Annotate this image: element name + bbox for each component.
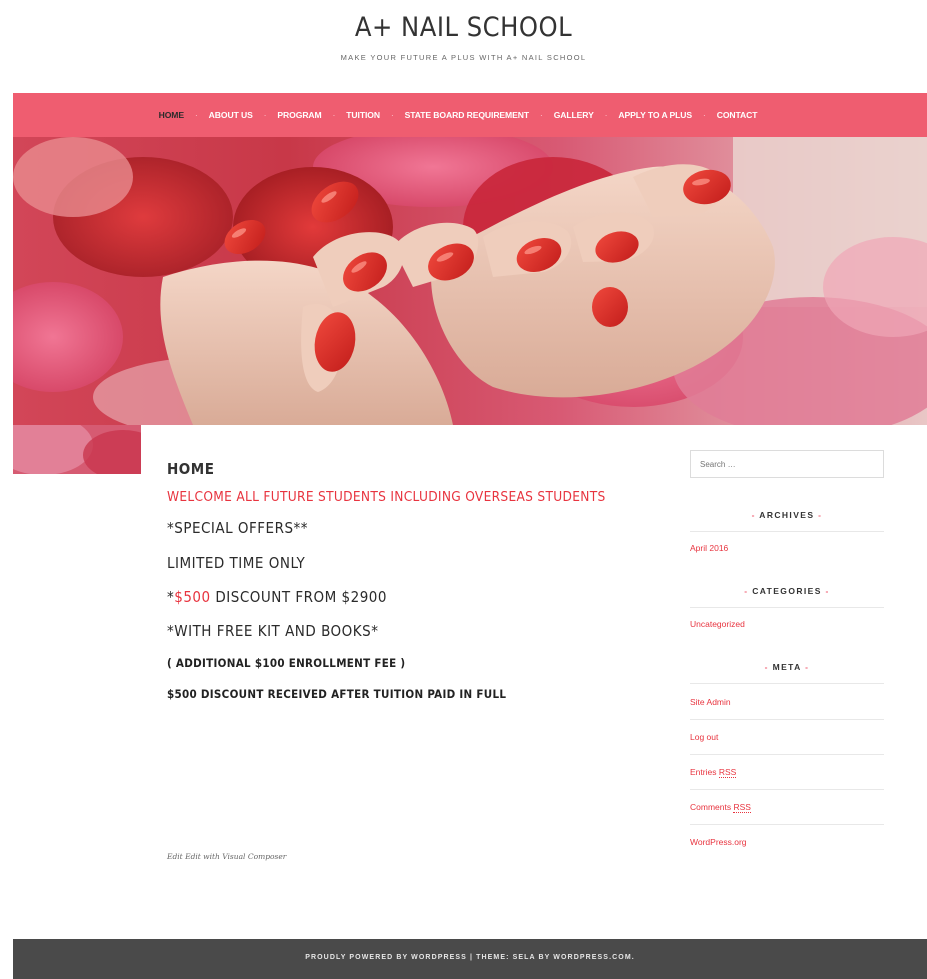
nav-item-contact[interactable]: CONTACT <box>717 110 758 120</box>
discount-suffix: DISCOUNT FROM $2900 <box>210 588 387 606</box>
free-kit-text: *WITH FREE KIT AND BOOKS* <box>167 622 379 640</box>
sidebar: - ARCHIVES - April 2016 - CATEGORIES - U… <box>690 450 884 847</box>
nav-item-about-us[interactable]: ABOUT US <box>209 110 253 120</box>
site-header: A+ NAIL SCHOOL MAKE YOUR FUTURE A PLUS W… <box>0 0 927 93</box>
manicured-hands-image <box>13 137 927 425</box>
nav-item-gallery[interactable]: GALLERY <box>554 110 594 120</box>
discount-text: *$500 DISCOUNT FROM $2900 <box>167 588 647 606</box>
nav-item-program[interactable]: PROGRAM <box>277 110 321 120</box>
enrollment-fee-text: ( ADDITIONAL $100 ENROLLMENT FEE ) <box>167 656 406 670</box>
widget-divider <box>690 719 884 720</box>
widget-divider <box>690 531 884 532</box>
nav-item-state-board-requirement[interactable]: STATE BOARD REQUIREMENT <box>405 110 529 120</box>
petals-image <box>13 425 141 474</box>
edit-links: Edit Edit with Visual Composer <box>167 852 286 861</box>
category-link-uncategorized[interactable]: Uncategorized <box>690 619 884 629</box>
edit-link[interactable]: Edit <box>167 852 183 861</box>
archives-widget-title: - ARCHIVES - <box>751 510 823 520</box>
search-input[interactable] <box>690 450 884 478</box>
nav-separator: · <box>703 110 706 120</box>
site-footer: PROUDLY POWERED BY WORDPRESS | THEME: SE… <box>13 939 927 979</box>
page-title: HOME <box>167 460 215 478</box>
categories-widget-title: - CATEGORIES - <box>744 586 830 596</box>
footer-credits: PROUDLY POWERED BY WORDPRESS | THEME: SE… <box>13 954 927 961</box>
widget-divider <box>690 754 884 755</box>
main-navigation: HOME · ABOUT US · PROGRAM · TUITION · STATE … <box>13 93 927 137</box>
edit-visual-composer-link[interactable]: Edit with Visual Composer <box>185 852 286 861</box>
hero-image-edge <box>13 425 141 474</box>
footer-theme-link[interactable]: THEME: SELA BY WORDPRESS.COM. <box>476 954 635 961</box>
welcome-heading: WELCOME ALL FUTURE STUDENTS INCLUDING OV… <box>167 489 606 505</box>
hero-image <box>13 137 927 425</box>
nav-separator: · <box>540 110 543 120</box>
meta-link-wordpress-org[interactable]: WordPress.org <box>690 837 884 847</box>
main-content: HOME WELCOME ALL FUTURE STUDENTS INCLUDI… <box>167 460 647 701</box>
nav-item-apply-to-a-plus[interactable]: APPLY TO A PLUS <box>618 110 692 120</box>
nav-item-tuition[interactable]: TUITION <box>346 110 380 120</box>
nav-menu: HOME · ABOUT US · PROGRAM · TUITION · STATE … <box>13 93 927 137</box>
special-offers-text: *SPECIAL OFFERS** <box>167 519 309 537</box>
meta-widget-title: - META - <box>764 662 810 672</box>
widget-divider <box>690 824 884 825</box>
meta-link-log-out[interactable]: Log out <box>690 732 884 742</box>
nav-separator: · <box>195 110 198 120</box>
discount-amount: $500 <box>174 588 211 606</box>
widget-divider <box>690 607 884 608</box>
site-tagline: MAKE YOUR FUTURE A PLUS WITH A+ NAIL SCH… <box>340 53 587 62</box>
archive-link-april-2016[interactable]: April 2016 <box>690 543 884 553</box>
discount-note-text: $500 DISCOUNT RECEIVED AFTER TUITION PAI… <box>167 687 507 701</box>
nav-separator: · <box>263 110 267 120</box>
nav-item-home[interactable]: HOME <box>159 110 184 120</box>
site-title-link[interactable]: A+ NAIL SCHOOL <box>0 12 927 43</box>
widget-divider <box>690 683 884 684</box>
meta-link-entries-rss[interactable]: Entries RSS <box>690 767 884 778</box>
nav-separator: · <box>604 110 608 120</box>
meta-link-site-admin[interactable]: Site Admin <box>690 697 884 707</box>
footer-divider: | <box>470 954 474 961</box>
widget-divider <box>690 789 884 790</box>
footer-powered-by-link[interactable]: PROUDLY POWERED BY WORDPRESS <box>305 954 467 961</box>
nav-separator: · <box>332 110 336 120</box>
limited-time-text: LIMITED TIME ONLY <box>167 554 306 572</box>
meta-link-comments-rss[interactable]: Comments RSS <box>690 802 884 813</box>
nav-separator: · <box>390 110 394 120</box>
